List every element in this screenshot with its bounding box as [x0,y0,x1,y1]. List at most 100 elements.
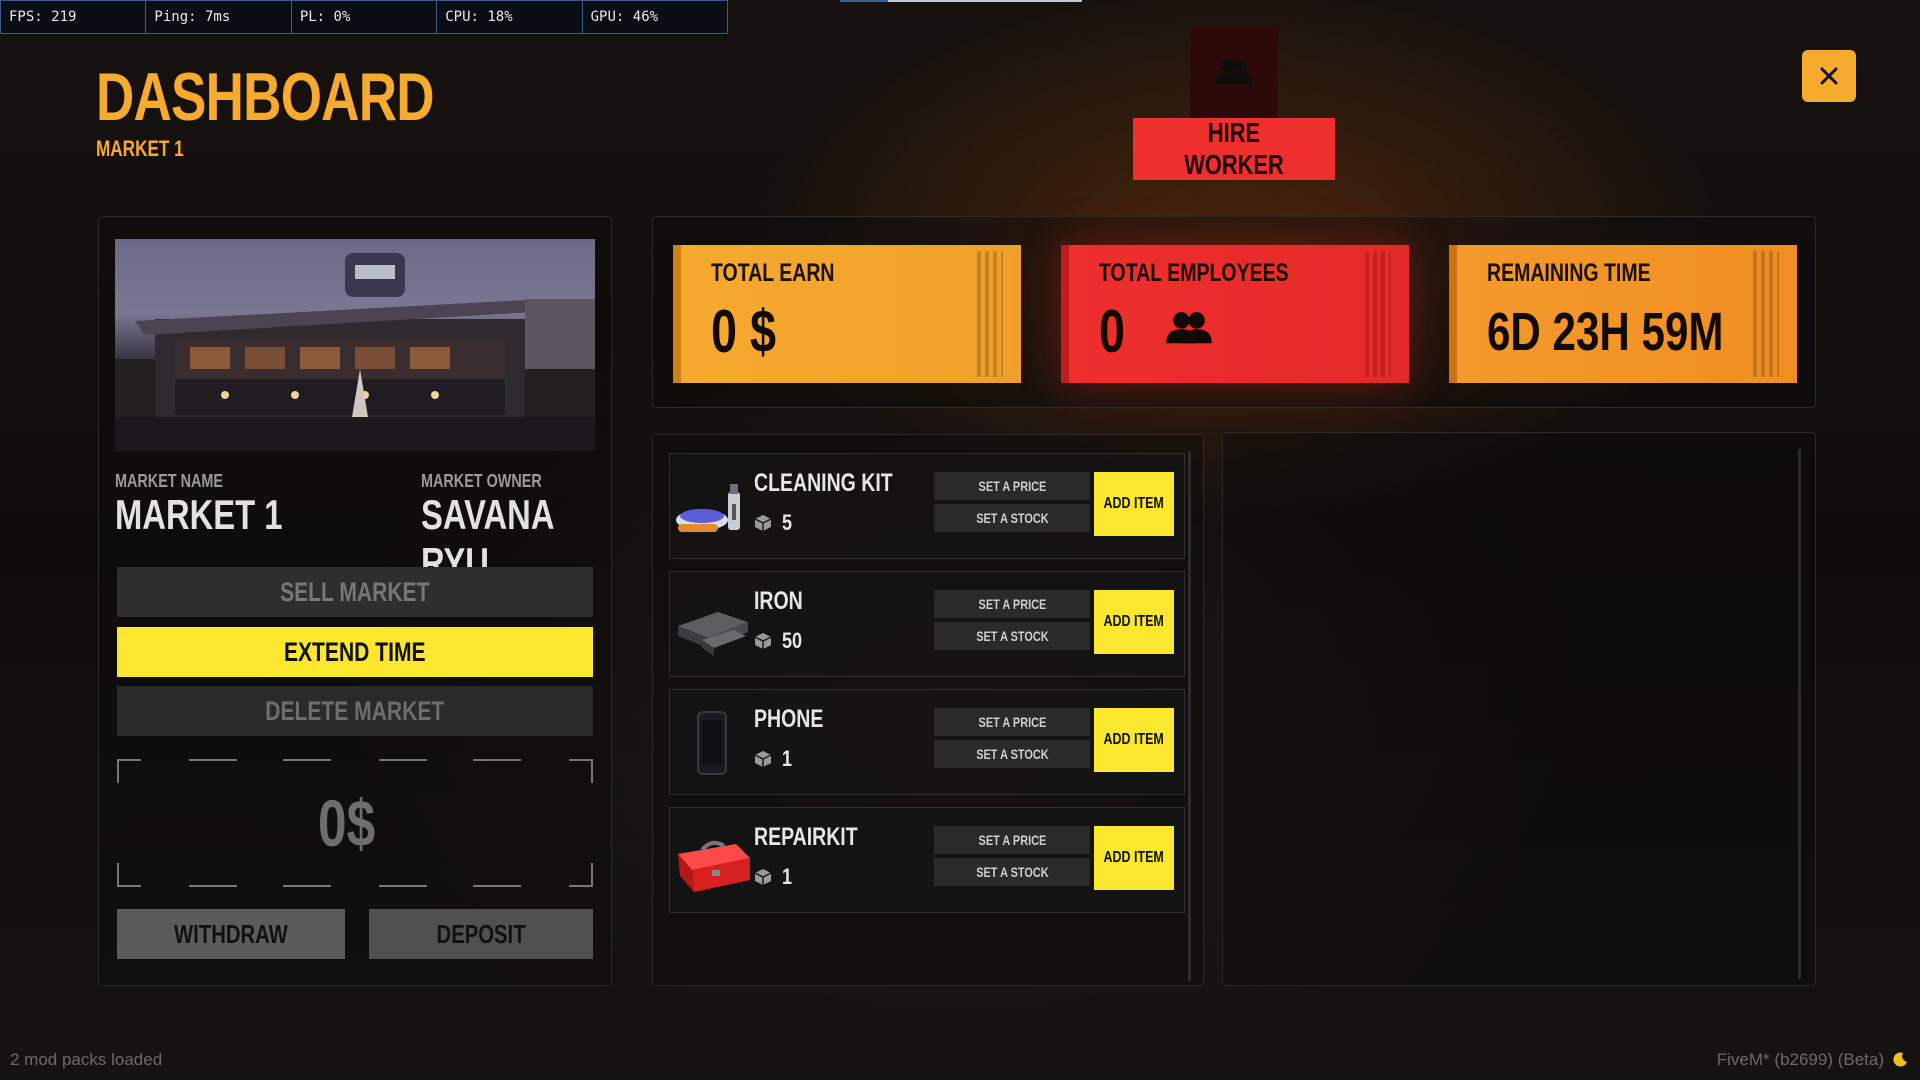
detail-scrollbar[interactable] [1798,449,1801,979]
top-indicator-line [840,0,888,2]
add-item-button[interactable]: ADD ITEM [1094,708,1174,772]
set-price-button[interactable]: SET A PRICE [934,590,1090,618]
add-item-button[interactable]: ADD ITEM [1094,590,1174,654]
set-stock-label: SET A STOCK [975,746,1049,762]
repair-kit-icon [678,840,750,892]
set-stock-label: SET A STOCK [975,628,1049,644]
add-item-label: ADD ITEM [1103,613,1165,630]
stats-panel: TOTAL EARN 0 $ TOTAL EMPLOYEES 0 REMAINI… [652,216,1816,408]
close-button[interactable] [1802,50,1856,102]
page-title: DASHBOARD [96,59,435,135]
detail-panel [1222,432,1816,986]
remaining-time-card: REMAINING TIME 6D 23H 59M [1449,245,1797,383]
set-price-label: SET A PRICE [978,596,1046,612]
set-price-label: SET A PRICE [978,478,1046,494]
item-name: CLEANING KIT [754,469,893,497]
item-row-phone: PHONE 1 SET A PRICE SET A STOCK ADD ITEM [669,689,1185,795]
box-icon [754,869,772,885]
box-icon [754,515,772,531]
set-price-label: SET A PRICE [978,714,1046,730]
item-name: IRON [754,587,803,615]
deposit-label: DEPOSIT [436,918,526,949]
market-owner-label: MARKET OWNER [421,471,542,491]
withdraw-label: WITHDRAW [174,918,288,949]
set-price-button[interactable]: SET A PRICE [934,708,1090,736]
balance-value: 0$ [318,786,376,860]
card-stripes [1365,251,1391,377]
set-price-button[interactable]: SET A PRICE [934,826,1090,854]
remaining-time-label: REMAINING TIME [1487,259,1651,287]
item-row-cleaning-kit: CLEANING KIT 5 SET A PRICE SET A STOCK A… [669,453,1185,559]
iron-icon [678,612,748,656]
add-item-label: ADD ITEM [1103,495,1165,512]
users-icon [1166,312,1212,344]
set-stock-button[interactable]: SET A STOCK [934,740,1090,768]
add-item-button[interactable]: ADD ITEM [1094,472,1174,536]
item-quantity-value: 50 [782,628,803,653]
item-row-iron: IRON 50 SET A PRICE SET A STOCK ADD ITEM [669,571,1185,677]
item-quantity-value: 5 [782,510,793,535]
market-info-panel: MARKET NAME MARKET 1 MARKET OWNER SAVANA… [98,216,612,986]
add-item-label: ADD ITEM [1103,731,1165,748]
withdraw-button[interactable]: WITHDRAW [117,909,345,959]
market-name-label: MARKET NAME [115,471,223,491]
item-quantity: 5 [754,510,794,536]
item-name: PHONE [754,705,824,733]
set-stock-button[interactable]: SET A STOCK [934,504,1090,532]
set-price-button[interactable]: SET A PRICE [934,472,1090,500]
delete-market-button[interactable]: DELETE MARKET [117,686,593,736]
card-stripes [977,251,1003,377]
items-panel: CLEANING KIT 5 SET A PRICE SET A STOCK A… [652,434,1204,986]
extend-time-button[interactable]: EXTEND TIME [117,627,593,677]
packet-loss-readout: PL: 0% [292,1,438,33]
sell-market-button[interactable]: SELL MARKET [117,567,593,617]
sell-market-label: SELL MARKET [280,576,430,607]
item-quantity-value: 1 [782,864,793,889]
hire-worker-button[interactable]: HIRE WORKER [1133,117,1335,180]
cpu-readout: CPU: 18% [437,1,583,33]
items-scrollbar[interactable] [1188,451,1191,981]
ping-readout: Ping: 7ms [146,1,292,33]
item-quantity: 1 [754,864,794,890]
set-price-label: SET A PRICE [978,832,1046,848]
set-stock-button[interactable]: SET A STOCK [934,858,1090,886]
cleaning-kit-icon [676,484,740,532]
item-name: REPAIRKIT [754,823,858,851]
item-quantity: 1 [754,746,794,772]
version-text: FiveM* (b2699) (Beta) [1716,1050,1884,1069]
box-icon [754,633,772,649]
mod-packs-status: 2 mod packs loaded [10,1050,163,1069]
close-icon [1820,67,1838,85]
total-earn-card: TOTAL EARN 0 $ [673,245,1021,383]
add-item-button[interactable]: ADD ITEM [1094,826,1174,890]
users-icon [1216,59,1252,84]
top-indicator-line [888,0,1082,2]
version-info: FiveM* (b2699) (Beta) [1717,1050,1908,1070]
set-stock-button[interactable]: SET A STOCK [934,622,1090,650]
total-employees-card: TOTAL EMPLOYEES 0 [1061,245,1409,383]
set-stock-label: SET A STOCK [975,864,1049,880]
fps-readout: FPS: 219 [1,1,147,33]
market-name-value: MARKET 1 [115,491,283,538]
item-row-repairkit: REPAIRKIT 1 SET A PRICE SET A STOCK ADD … [669,807,1185,913]
balance-display: 0$ [117,759,593,887]
item-quantity: 50 [754,628,806,654]
market-photo [115,239,595,451]
box-icon [754,751,772,767]
add-item-label: ADD ITEM [1103,849,1165,866]
total-employees-label: TOTAL EMPLOYEES [1099,259,1289,287]
card-stripes [1753,251,1779,377]
item-quantity-value: 1 [782,746,793,771]
deposit-button[interactable]: DEPOSIT [369,909,593,959]
remaining-time-value: 6D 23H 59M [1487,302,1724,362]
moon-icon [1893,1052,1907,1067]
hire-worker-label: HIRE WORKER [1184,117,1284,180]
total-earn-label: TOTAL EARN [711,259,835,287]
extend-time-label: EXTEND TIME [284,636,426,667]
hire-worker-icon-box[interactable] [1190,26,1278,118]
total-employees-value: 0 [1099,298,1126,365]
performance-overlay: FPS: 219 Ping: 7ms PL: 0% CPU: 18% GPU: … [0,0,728,34]
phone-icon [697,711,727,775]
gpu-readout: GPU: 46% [590,9,659,25]
total-earn-value: 0 $ [711,298,777,365]
